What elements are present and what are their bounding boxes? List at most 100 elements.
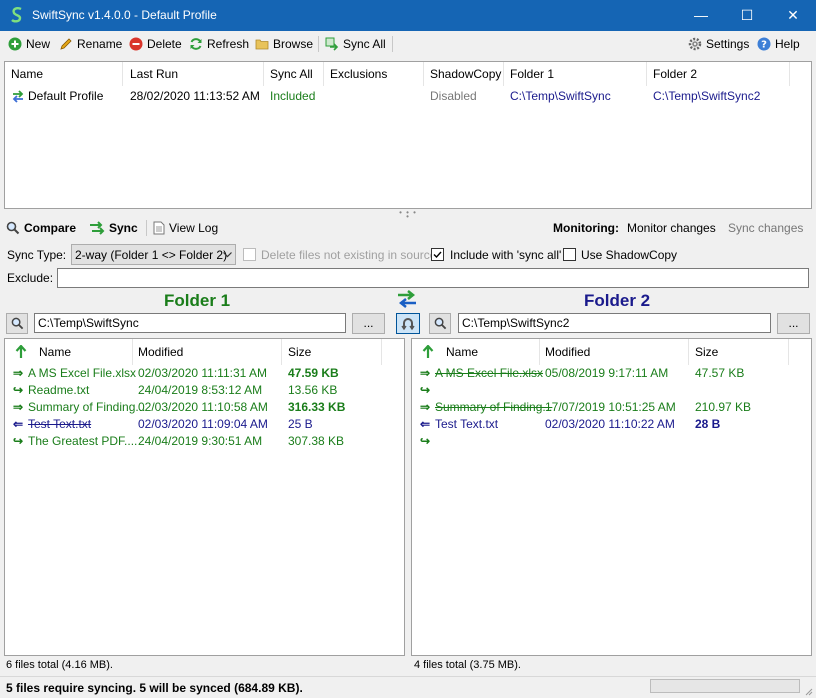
delete-files-checkbox[interactable] [243,248,256,261]
toolbar-separator [392,36,393,52]
sync-type-value: 2-way (Folder 1 <> Folder 2) [75,248,228,262]
profile-folder1: C:\Temp\SwiftSync [510,89,611,103]
copy-right-icon: ⇒ [13,366,24,380]
folder2-path-input[interactable]: C:\Temp\SwiftSync2 [458,313,771,333]
resize-grip-icon[interactable] [803,686,813,696]
file-name: The Greatest PDF.... [28,434,138,448]
column-header-size[interactable]: Size [689,339,789,365]
tab-sync[interactable]: Sync [89,220,138,236]
checkmark-icon [433,251,442,259]
tab-compare[interactable]: Compare [6,220,76,236]
profile-shadowcopy: Disabled [430,89,477,103]
refresh-button[interactable]: Refresh [189,35,249,53]
include-sync-all-label: Include with 'sync all' [450,248,562,262]
rename-button[interactable]: Rename [59,35,122,53]
sync-all-label: Sync All [343,37,386,51]
file-name: Test Text.txt [28,417,92,431]
column-header-name[interactable]: Name [440,339,540,365]
use-shadowcopy-checkbox[interactable] [563,248,576,261]
folder2-file-list[interactable]: Name Modified Size ⇒ A MS Excel File.xls… [411,338,812,656]
file-row[interactable]: ⇐ Test Text.txt 02/03/2020 11:09:04 AM 2… [5,416,404,433]
column-header-folder1[interactable]: Folder 1 [504,62,647,86]
file-modified: 24/04/2019 9:30:51 AM [138,434,263,448]
file-row[interactable]: ⇒ A MS Excel File.xlsx 02/03/2020 11:11:… [5,365,404,382]
column-header-modified[interactable]: Modified [539,339,689,365]
up-folder-icon[interactable] [15,345,27,359]
file-row[interactable]: ↪ The Greatest PDF.... 24/04/2019 9:30:5… [5,433,404,450]
window-title: SwiftSync v1.4.0.0 - Default Profile [32,8,217,22]
magnifier-icon [434,317,446,330]
use-shadowcopy-label: Use ShadowCopy [581,248,678,262]
tab-view-log[interactable]: View Log [153,220,218,236]
browse-button[interactable]: Browse [255,35,313,53]
add-icon [8,37,22,51]
new-file-arrow-icon: ↪ [13,434,24,448]
file-row[interactable]: ↪ [412,433,811,450]
splitter-grip[interactable]: • • • • [398,209,418,221]
folder1-search-button[interactable] [6,313,28,334]
monitor-changes-link[interactable]: Monitor changes [627,221,716,235]
folder2-total: 4 files total (3.75 MB). [414,659,521,671]
file-size: 25 B [288,417,313,431]
folder2-browse-button[interactable]: ... [777,313,810,334]
delete-icon [129,37,143,51]
file-row[interactable]: ⇒ Summary of Finding... 02/03/2020 11:10… [5,399,404,416]
folder1-path-input[interactable]: C:\Temp\SwiftSync [34,313,346,333]
profile-folder2: C:\Temp\SwiftSync2 [653,89,761,103]
file-row[interactable]: ↪ Readme.txt 24/04/2019 8:53:12 AM 13.56… [5,382,404,399]
column-header-folder2[interactable]: Folder 2 [647,62,790,86]
column-header-last-run[interactable]: Last Run [124,62,264,86]
help-icon: ? [757,37,771,51]
tab-view-log-label: View Log [169,221,219,235]
column-header-modified[interactable]: Modified [132,339,282,365]
new-button[interactable]: New [8,35,50,53]
include-sync-all-checkbox[interactable] [431,248,444,261]
up-folder-icon[interactable] [422,345,434,359]
file-row[interactable]: ⇒ Summary of Finding... 17/07/2019 10:51… [412,399,811,416]
swap-folders-button[interactable] [396,313,420,334]
copy-left-icon: ⇐ [13,417,24,431]
file-size: 307.38 KB [288,434,345,448]
svg-text:?: ? [761,40,767,51]
file-size: 47.57 KB [695,366,745,380]
column-header-name[interactable]: Name [5,62,123,86]
rename-label: Rename [77,37,123,51]
close-button[interactable]: ✕ [770,0,816,31]
tab-compare-label: Compare [24,221,77,235]
maximize-button[interactable]: ☐ [724,0,770,31]
new-label: New [26,37,51,51]
column-header-name[interactable]: Name [33,339,133,365]
copy-right-icon: ⇒ [13,400,24,414]
file-row[interactable]: ⇒ A MS Excel File.xlsx 05/08/2019 9:17:1… [412,365,811,382]
new-file-arrow-icon: ↪ [420,383,431,397]
delete-button[interactable]: Delete [129,35,182,53]
new-file-arrow-icon: ↪ [420,434,431,448]
file-modified: 02/03/2020 11:10:22 AM [545,417,675,431]
minimize-button[interactable]: — [678,0,724,31]
file-size: 28 B [695,417,721,431]
copy-right-icon: ⇒ [420,366,431,380]
sync-all-button[interactable]: Sync All [325,35,386,53]
folder1-file-list[interactable]: Name Modified Size ⇒ A MS Excel File.xls… [4,338,405,656]
file-modified: 02/03/2020 11:10:58 AM [138,400,268,414]
column-header-sync-all[interactable]: Sync All [264,62,324,86]
sync-icon [90,221,105,235]
column-header-exclusions[interactable]: Exclusions [324,62,424,86]
profile-row[interactable]: Default Profile 28/02/2020 11:13:52 AM I… [5,86,811,106]
column-header-size[interactable]: Size [282,339,382,365]
file-size: 47.59 KB [288,366,339,380]
sync-type-dropdown[interactable]: 2-way (Folder 1 <> Folder 2) [71,244,236,265]
magnifier-icon [6,221,20,235]
settings-button[interactable]: Settings [688,35,749,53]
help-button[interactable]: ? Help [757,35,800,53]
file-name: Summary of Finding... [28,400,146,414]
folder2-search-button[interactable] [429,313,451,334]
exclude-input[interactable] [57,268,809,288]
file-row[interactable]: ↪ [412,382,811,399]
sync-changes-link[interactable]: Sync changes [728,221,803,235]
file-row[interactable]: ⇐ Test Text.txt 02/03/2020 11:10:22 AM 2… [412,416,811,433]
column-header-shadowcopy[interactable]: ShadowCopy [424,62,504,86]
folder1-browse-button[interactable]: ... [352,313,385,334]
profiles-list[interactable]: Name Last Run Sync All Exclusions Shadow… [4,61,812,209]
file-modified: 17/07/2019 10:51:25 AM [545,400,676,414]
